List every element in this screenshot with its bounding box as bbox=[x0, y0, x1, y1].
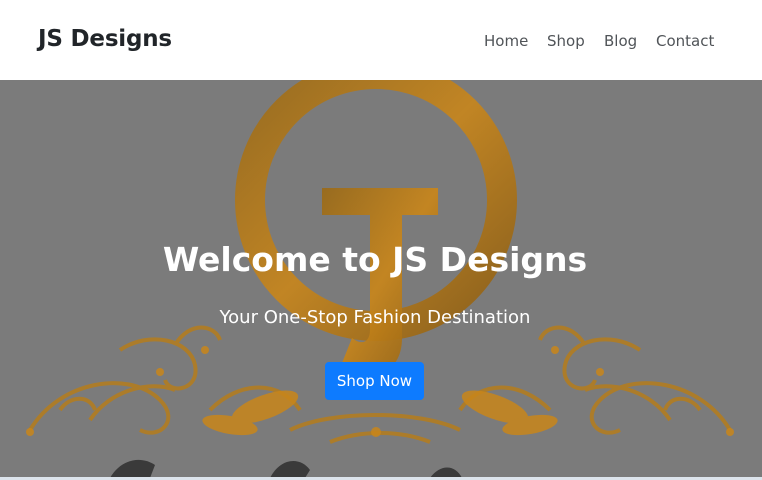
nav-link-home[interactable]: Home bbox=[484, 32, 528, 50]
hero-section: Welcome to JS Designs Your One-Stop Fash… bbox=[0, 80, 762, 478]
hero-background-logo-image bbox=[0, 80, 762, 478]
nav-link-blog[interactable]: Blog bbox=[604, 32, 637, 50]
nav-menu: Home Shop Blog Contact bbox=[0, 32, 762, 52]
hero-subtitle: Your One-Stop Fashion Destination bbox=[219, 307, 531, 328]
nav-link-contact[interactable]: Contact bbox=[656, 32, 714, 50]
nav-link-shop[interactable]: Shop bbox=[547, 32, 585, 50]
navbar: JS Designs Home Shop Blog Contact bbox=[0, 0, 762, 80]
hero-title: Welcome to JS Designs bbox=[162, 240, 588, 279]
shop-now-button[interactable]: Shop Now bbox=[325, 362, 424, 400]
